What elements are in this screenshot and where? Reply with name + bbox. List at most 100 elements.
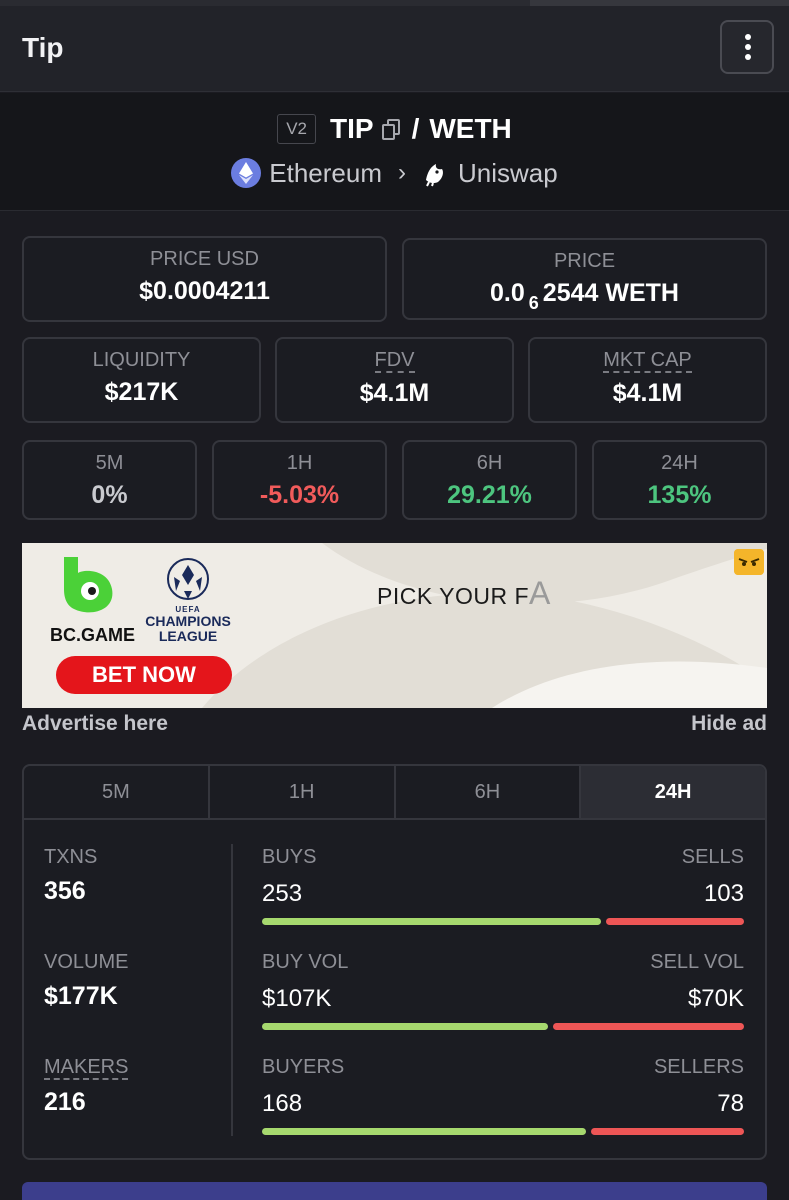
buys-value: 253 — [262, 880, 303, 907]
ad-tagline: PICK YOUR FA — [377, 575, 551, 612]
price-native-prefix: 0.0 — [490, 279, 525, 307]
buy-sell-volume-bar — [262, 1023, 744, 1030]
buyers-value: 168 — [262, 1090, 303, 1117]
chain-link[interactable]: Ethereum — [269, 158, 382, 189]
tab-5m[interactable]: 5M — [24, 766, 210, 818]
timeframe-tabs: 5M 1H 6H 24H — [24, 766, 765, 820]
txns-label: TXNS — [44, 846, 98, 868]
bet-now-button[interactable]: BET NOW — [56, 656, 232, 694]
sellers-value: 78 — [717, 1090, 744, 1117]
change-1h-card[interactable]: 1H -5.03% — [212, 440, 387, 520]
liquidity-label: LIQUIDITY — [92, 349, 191, 371]
buy-vol-label: BUY VOL — [262, 951, 349, 973]
buys-sells-row: BUYS SELLS 253 103 — [262, 846, 744, 936]
sells-label: SELLS — [681, 846, 744, 868]
ad-brand: BC.GAME — [50, 625, 135, 645]
ad-tagline-fade: A — [529, 575, 551, 611]
txns-stat: TXNS 356 — [44, 846, 97, 906]
sell-vol-bar-fill — [553, 1023, 744, 1030]
tab-1h[interactable]: 1H — [210, 766, 396, 818]
change-5m-value: 0% — [91, 481, 128, 509]
buyers-label: BUYERS — [262, 1056, 345, 1078]
sellers-label: SELLERS — [653, 1056, 744, 1078]
more-menu-button[interactable] — [720, 20, 774, 74]
change-5m-card[interactable]: 5M 0% — [22, 440, 197, 520]
change-24h-label: 24H — [661, 452, 698, 474]
ethereum-icon — [231, 158, 262, 188]
buys-label: BUYS — [262, 846, 317, 868]
champions-league-text: UEFA CHAMPIONS LEAGUE — [140, 605, 236, 644]
buyers-sellers-row: BUYERS SELLERS 168 78 — [262, 1056, 744, 1146]
change-6h-label: 6H — [476, 452, 503, 474]
buy-sell-volume-row: BUY VOL SELL VOL $107K $70K — [262, 951, 744, 1041]
fdv-label: FDV — [374, 349, 415, 373]
advertise-here-link[interactable]: Advertise here — [22, 712, 168, 736]
makers-label: MAKERS — [44, 1056, 129, 1080]
change-1h-value: -5.03% — [259, 481, 340, 509]
volume-label: VOLUME — [44, 951, 129, 973]
bc-game-logo-icon — [64, 557, 113, 613]
price-native-label: PRICE — [553, 250, 616, 272]
makers-value: 216 — [44, 1088, 86, 1116]
buys-sells-bar — [262, 918, 744, 925]
fdv-card[interactable]: FDV $4.1M — [275, 337, 514, 423]
transaction-stats-panel: 5M 1H 6H 24H TXNS 356 VOLUME $177K MAKER… — [22, 764, 767, 1160]
volume-value: $177K — [44, 982, 118, 1010]
stats-divider — [231, 844, 233, 1136]
buy-bar-fill — [262, 918, 601, 925]
ad-badge-icon[interactable] — [734, 549, 764, 575]
price-usd-card: PRICE USD $0.0004211 — [22, 236, 387, 322]
chevron-right-icon: › — [398, 159, 406, 186]
page-header: Tip — [0, 6, 789, 92]
version-badge: V2 — [277, 114, 316, 144]
uniswap-icon — [420, 158, 450, 188]
buy-vol-bar-fill — [262, 1023, 548, 1030]
makers-stat[interactable]: MAKERS 216 — [44, 1056, 129, 1117]
page-title: Tip — [22, 32, 64, 63]
pair-separator: / — [411, 113, 420, 144]
buyers-sellers-bar — [262, 1128, 744, 1135]
dex-link[interactable]: Uniswap — [458, 158, 558, 189]
price-usd-value: $0.0004211 — [139, 277, 270, 305]
tab-24h[interactable]: 24H — [581, 766, 765, 818]
bottom-panel-edge — [22, 1182, 767, 1200]
mkt-cap-label: MKT CAP — [603, 349, 692, 373]
mkt-cap-value: $4.1M — [612, 379, 683, 407]
ad-banner[interactable]: BC.GAME UEFA CHAMPIONS LEAGUE PICK YOUR … — [22, 543, 767, 708]
buy-vol-value: $107K — [262, 985, 332, 1012]
price-native-digits: 2544 WETH — [542, 279, 679, 307]
pair-line: V2 TIP / WETH — [0, 109, 789, 149]
fdv-value: $4.1M — [359, 379, 430, 407]
chain-breadcrumb: Ethereum › Uniswap — [0, 155, 789, 191]
volume-stat: VOLUME $177K — [44, 951, 128, 1011]
ad-links: Advertise here Hide ad — [22, 712, 767, 740]
price-native-card: PRICE 0.0 6 2544 WETH — [402, 238, 767, 320]
quote-token: WETH — [429, 113, 512, 144]
price-native-zero-count: 6 — [528, 293, 539, 313]
mkt-cap-card[interactable]: MKT CAP $4.1M — [528, 337, 767, 423]
more-dots-icon — [745, 34, 751, 40]
more-dots-icon — [745, 54, 751, 60]
change-24h-card[interactable]: 24H 135% — [592, 440, 767, 520]
change-1h-label: 1H — [286, 452, 313, 474]
change-6h-card[interactable]: 6H 29.21% — [402, 440, 577, 520]
liquidity-card: LIQUIDITY $217K — [22, 337, 261, 423]
txns-value: 356 — [44, 877, 86, 905]
base-token: TIP — [330, 113, 374, 144]
tab-6h[interactable]: 6H — [396, 766, 582, 818]
champions-league-ball-icon — [167, 558, 209, 600]
sell-vol-value: $70K — [687, 985, 744, 1012]
sell-bar-fill — [606, 918, 744, 925]
copy-icon[interactable] — [380, 117, 402, 141]
league-name: CHAMPIONS LEAGUE — [145, 613, 231, 644]
hide-ad-link[interactable]: Hide ad — [691, 712, 767, 736]
liquidity-value: $217K — [104, 378, 179, 406]
change-6h-value: 29.21% — [447, 481, 532, 509]
sell-vol-label: SELL VOL — [650, 951, 744, 973]
more-dots-icon — [745, 44, 751, 50]
price-native-value: 0.0 6 2544 WETH — [404, 279, 765, 313]
change-5m-label: 5M — [95, 452, 124, 474]
sellers-bar-fill — [591, 1128, 744, 1135]
ad-tagline-text: PICK YOUR F — [377, 583, 530, 609]
pair-info-bar: V2 TIP / WETH Ethereum › Uniswap — [0, 93, 789, 211]
